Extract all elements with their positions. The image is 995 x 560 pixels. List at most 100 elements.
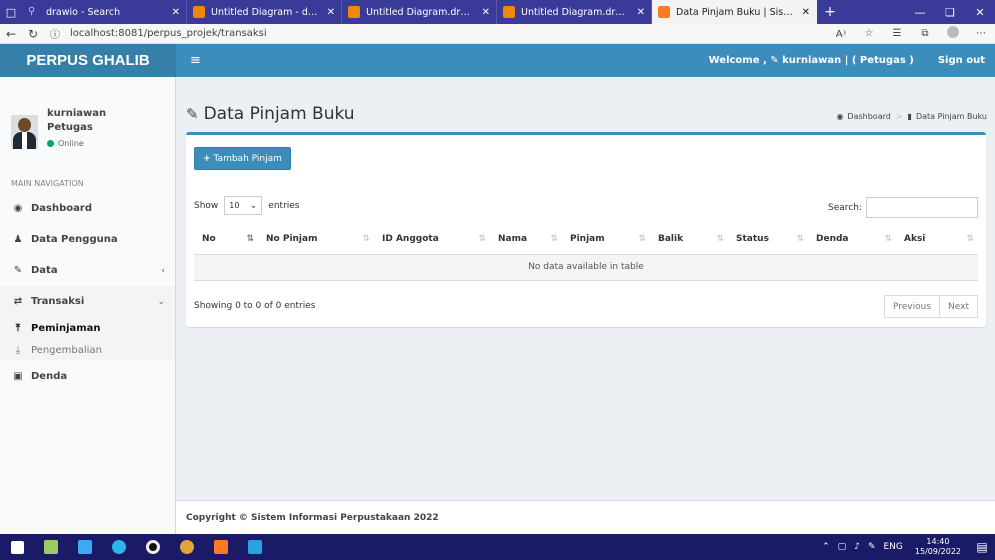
sort-icon: ⇅	[796, 234, 803, 244]
add-loan-button[interactable]: + Tambah Pinjam	[194, 147, 291, 170]
sort-icon: ⇅	[550, 234, 557, 244]
close-icon[interactable]: ✕	[637, 7, 645, 18]
user-status: Online	[47, 139, 84, 148]
entries-value: 10	[229, 201, 240, 210]
add-loan-label: Tambah Pinjam	[213, 153, 282, 164]
search-input[interactable]	[866, 197, 978, 218]
photos-icon[interactable]	[238, 534, 272, 560]
restore-icon[interactable]: ❏	[935, 6, 965, 19]
minimize-icon[interactable]: —	[905, 6, 935, 19]
sidebar-item-data[interactable]: ✎ Data ‹	[0, 255, 175, 286]
column-header-denda[interactable]: Denda ⇅	[808, 225, 896, 255]
more-icon[interactable]: ⋯	[967, 28, 995, 39]
sidebar-item-pengembalian[interactable]: ⤓ Pengembalian	[0, 339, 175, 361]
back-icon[interactable]: ←	[0, 27, 22, 41]
close-window-icon[interactable]: ✕	[965, 6, 995, 19]
sidebar-item-label: Dashboard	[31, 203, 92, 214]
language-indicator[interactable]: ENG	[883, 542, 902, 552]
url-field[interactable]: localhost:8081/perpus_projek/transaksi	[70, 28, 267, 39]
sidebar-item-transaksi[interactable]: ⇄ Transaksi ⌄	[0, 286, 175, 317]
online-dot-icon	[47, 140, 54, 147]
sidebar-item-label: Peminjaman	[31, 322, 101, 334]
table-info: Showing 0 to 0 of 0 entries	[194, 301, 316, 311]
column-header-id-anggota[interactable]: ID Anggota ⇅	[374, 225, 490, 255]
main-content: ✎ Data Pinjam Buku ◉ Dashboard > ▮ Data …	[176, 77, 995, 500]
xampp-icon	[658, 6, 670, 18]
user-icon: ♟	[13, 234, 23, 245]
sidebar-item-data-pengguna[interactable]: ♟ Data Pengguna	[0, 224, 175, 255]
tab-diagram-2[interactable]: Untitled Diagram.drawio - dia ✕	[342, 0, 497, 24]
close-icon[interactable]: ✕	[172, 7, 180, 18]
sidebar-item-peminjaman[interactable]: ⤒ Peminjaman	[0, 317, 175, 339]
tab-diagram-1[interactable]: Untitled Diagram - diagrams. ✕	[187, 0, 342, 24]
app-header: PERPUS GHALIB ≡ Welcome , ✎ kurniawan | …	[0, 44, 995, 77]
close-icon[interactable]: ✕	[802, 7, 810, 18]
windows-start-icon[interactable]	[0, 534, 34, 560]
exchange-icon: ⇄	[13, 296, 23, 307]
profile-icon[interactable]	[939, 26, 967, 41]
xampp-icon[interactable]	[204, 534, 238, 560]
page-title-text: Data Pinjam Buku	[203, 104, 355, 124]
status-label: Online	[58, 139, 84, 148]
close-icon[interactable]: ✕	[482, 7, 490, 18]
entries-select[interactable]: 10 ⌄	[224, 196, 263, 215]
pen-icon[interactable]: ✎	[868, 542, 876, 552]
data-box: + Tambah Pinjam Show 10 ⌄ entries Search…	[186, 132, 986, 327]
chevron-down-icon: ⌄	[249, 200, 258, 211]
refresh-icon[interactable]: ↻	[22, 27, 44, 41]
column-header-balik[interactable]: Balik ⇅	[650, 225, 728, 255]
tab-drawio-search[interactable]: ⚲ drawio - Search ✕	[22, 0, 187, 24]
sidebar-item-denda[interactable]: ▣ Denda	[0, 361, 175, 392]
upload-icon: ⤒	[15, 322, 21, 334]
file-explorer-icon[interactable]	[68, 534, 102, 560]
app-logo[interactable]: PERPUS GHALIB	[0, 44, 176, 77]
column-header-aksi[interactable]: Aksi ⇅	[896, 225, 978, 255]
tab-title: Data Pinjam Buku | Sistem Inf	[676, 6, 794, 18]
app-icon[interactable]	[170, 534, 204, 560]
user-name: kurniawan	[47, 108, 107, 119]
column-header-no[interactable]: No ⇅	[194, 225, 258, 255]
column-header-no-pinjam[interactable]: No Pinjam ⇅	[258, 225, 374, 255]
chrome-icon[interactable]	[136, 534, 170, 560]
favorite-icon[interactable]: ☆	[855, 28, 883, 39]
previous-button[interactable]: Previous	[883, 295, 941, 318]
transaksi-submenu: ⤒ Peminjaman ⤓ Pengembalian	[0, 317, 175, 361]
sidebar-item-dashboard[interactable]: ◉ Dashboard	[0, 193, 175, 224]
entries-label: entries	[268, 200, 300, 211]
sidebar-item-label: Pengembalian	[31, 344, 102, 356]
page-footer: Copyright © Sistem Informasi Perpustakaa…	[176, 500, 995, 534]
tab-actions-icon[interactable]: □	[0, 0, 22, 24]
edge-icon[interactable]	[102, 534, 136, 560]
tab-diagram-3[interactable]: Untitled Diagram.drawio - dia ✕	[497, 0, 652, 24]
info-icon[interactable]: ⓘ	[44, 26, 66, 41]
favorites-list-icon[interactable]: ☰	[883, 28, 911, 39]
breadcrumb-current: Data Pinjam Buku	[915, 112, 987, 121]
new-tab-button[interactable]: +	[817, 4, 843, 20]
sidebar-toggle-icon[interactable]: ≡	[190, 53, 201, 68]
clock[interactable]: 14:40 15/09/2022	[915, 537, 961, 557]
column-header-nama[interactable]: Nama ⇅	[490, 225, 562, 255]
network-icon[interactable]: ▢	[838, 542, 847, 552]
clock-time: 14:40	[926, 537, 950, 546]
close-icon[interactable]: ✕	[327, 7, 335, 18]
clock-date: 15/09/2022	[914, 547, 961, 556]
tab-data-pinjam-buku[interactable]: Data Pinjam Buku | Sistem Inf ✕	[652, 0, 817, 24]
signout-link[interactable]: Sign out	[938, 55, 985, 66]
pagination: Previous Next	[883, 295, 978, 318]
edit-icon: ✎	[186, 105, 199, 123]
column-header-pinjam[interactable]: Pinjam ⇅	[562, 225, 650, 255]
notification-icon[interactable]: ▤	[969, 540, 995, 554]
collections-icon[interactable]: ⧉	[911, 28, 939, 39]
dashboard-icon: ◉	[836, 112, 844, 121]
notepad-icon[interactable]	[34, 534, 68, 560]
sidebar: kurniawan Petugas Online MAIN NAVIGATION…	[0, 77, 176, 534]
next-button[interactable]: Next	[940, 295, 978, 318]
breadcrumb-home[interactable]: Dashboard	[847, 112, 890, 121]
chevron-left-icon: ‹	[161, 265, 165, 276]
volume-icon[interactable]: ♪	[854, 542, 860, 552]
chevron-up-icon[interactable]: ⌃	[822, 542, 830, 552]
edit-icon: ✎	[13, 265, 23, 276]
column-header-status[interactable]: Status ⇅	[728, 225, 808, 255]
user-panel: kurniawan Petugas Online	[0, 77, 175, 163]
read-aloud-icon[interactable]: A⁳	[827, 27, 855, 40]
